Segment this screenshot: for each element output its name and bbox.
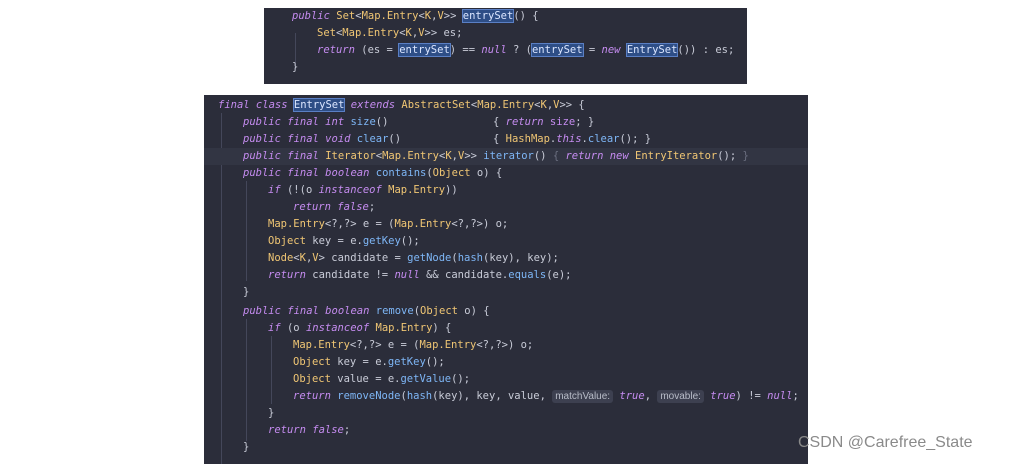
- code-line-current: public final Iterator<Map.Entry<K,V>> it…: [204, 148, 808, 165]
- search-match: EntrySet: [292, 98, 346, 112]
- code-line: Object key = e.getKey();: [293, 356, 445, 368]
- code-line: }: [268, 407, 275, 419]
- code-line: Map.Entry<?,?> e = (Map.Entry<?,?>) o;: [268, 218, 509, 230]
- code-line: if (o instanceof Map.Entry) {: [268, 322, 452, 334]
- code-line: Object key = e.getKey();: [268, 235, 420, 247]
- code-line: Node<K,V> candidate = getNode(hash(key),…: [268, 252, 559, 264]
- code-line: }: [292, 61, 299, 73]
- search-match: EntrySet: [625, 43, 679, 57]
- code-editor-snippet-bottom: final class EntrySet extends AbstractSet…: [204, 95, 808, 464]
- code-line: return (es = entrySet) == null ? (entryS…: [317, 43, 735, 57]
- code-line: public final boolean remove(Object o) {: [243, 305, 490, 317]
- code-line: return false;: [293, 201, 376, 213]
- code-line: final class EntrySet extends AbstractSet…: [218, 98, 585, 112]
- code-line: return removeNode(hash(key), key, value,…: [293, 390, 799, 403]
- code-line: Map.Entry<?,?> e = (Map.Entry<?,?>) o;: [293, 339, 534, 351]
- code-line: public final void clear() { HashMap.this…: [243, 133, 652, 145]
- code-line: return candidate != null && candidate.eq…: [268, 269, 572, 281]
- code-line: public final boolean contains(Object o) …: [243, 167, 503, 179]
- search-match: entrySet: [398, 43, 451, 57]
- code-line: }: [243, 286, 250, 298]
- code-line: return false;: [268, 424, 351, 436]
- code-line: public final int size() { return size; }: [243, 116, 595, 128]
- search-match: entrySet: [530, 43, 584, 57]
- code-line: }: [243, 441, 250, 453]
- inlay-hint-matchvalue: matchValue:: [552, 390, 614, 403]
- code-line: if (!(o instanceof Map.Entry)): [268, 184, 458, 196]
- watermark: CSDN @Carefree_State: [798, 434, 973, 451]
- code-line: Object value = e.getValue();: [293, 373, 471, 385]
- code-line: Set<Map.Entry<K,V>> es;: [317, 27, 463, 39]
- inlay-hint-movable: movable:: [657, 390, 704, 403]
- code-line: public Set<Map.Entry<K,V>> entrySet() {: [292, 9, 539, 23]
- code-editor-snippet-top: public Set<Map.Entry<K,V>> entrySet() { …: [264, 8, 747, 84]
- search-match: entrySet: [461, 9, 515, 23]
